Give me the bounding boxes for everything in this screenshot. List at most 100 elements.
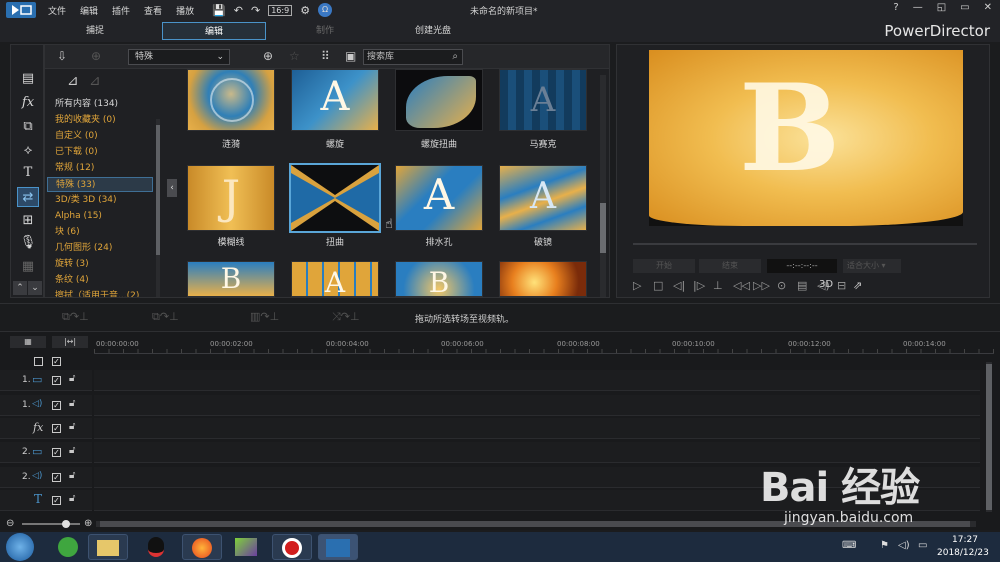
category-item[interactable]: 自定义 (0) [55, 129, 98, 144]
category-item[interactable]: 块 (6) [55, 225, 80, 240]
lock-icon[interactable]: 🔓︎ [69, 421, 75, 432]
taskbar-app-360-browser[interactable] [48, 534, 88, 560]
collapse-panel-button[interactable]: ‹ [167, 179, 177, 197]
preview-quality-icon[interactable]: ⊟ [837, 279, 846, 292]
effect-track[interactable] [94, 418, 980, 439]
menu-plugins[interactable]: 插件 [112, 4, 130, 17]
track-enable-checkbox[interactable]: ✓ [52, 473, 61, 482]
maximize-icon[interactable]: ▭ [960, 2, 969, 13]
zoom-out-icon[interactable]: ⊖ [6, 518, 14, 529]
tag-add-icon[interactable]: ⊿ [67, 73, 79, 89]
audio-track-1[interactable] [94, 395, 980, 416]
mark-out-button[interactable]: 结束 [699, 259, 761, 273]
tab-create-disc[interactable]: 创建光盘 [396, 22, 470, 40]
timecode-display[interactable]: --:--:--:-- [767, 259, 837, 273]
transition-thumb-distort[interactable] [289, 163, 381, 233]
category-item[interactable]: 3D/类 3D (34) [55, 193, 117, 208]
transition-effect-icon[interactable]: ⧉↷⊥ [152, 310, 179, 324]
tab-produce[interactable]: 制作 [290, 22, 360, 40]
category-scrollbar[interactable] [156, 119, 160, 297]
library-scrollbar-thumb[interactable] [600, 203, 606, 253]
track-enable-checkbox[interactable]: ✓ [52, 376, 61, 385]
lock-icon[interactable]: 🔓︎ [69, 470, 75, 481]
transition-thumb-ripple[interactable] [187, 69, 275, 131]
save-icon[interactable]: 💾 [212, 4, 226, 17]
track-enable-checkbox[interactable]: ✓ [52, 401, 61, 410]
tray-volume-icon[interactable]: ◁) [898, 540, 910, 551]
zoom-slider[interactable] [22, 520, 80, 528]
audio-mixing-icon[interactable]: ⊞ [17, 211, 39, 231]
start-button[interactable] [6, 533, 34, 561]
taskbar-app-firefox[interactable] [182, 534, 222, 560]
all-tracks-enable-checkbox[interactable]: ✓ [52, 357, 61, 366]
transition-thumb-broken-glass[interactable]: A [499, 165, 587, 231]
play-icon[interactable]: ▷ [633, 279, 641, 292]
fit-size-dropdown[interactable]: 适合大小 ▾ [843, 259, 901, 273]
category-item[interactable]: 擦拭（适用于音...(2) [55, 289, 139, 297]
category-item[interactable]: 常规 (12) [55, 161, 94, 176]
tab-capture[interactable]: 捕捉 [60, 22, 130, 40]
track-enable-checkbox[interactable]: ✓ [52, 448, 61, 457]
help-icon[interactable]: ? [893, 2, 898, 13]
download-icon[interactable]: ⊕ [91, 49, 101, 63]
particle-room-icon[interactable]: ⟡ [17, 141, 39, 161]
track-enable-checkbox[interactable]: ✓ [52, 424, 61, 433]
lock-icon[interactable]: 🔓︎ [69, 493, 75, 504]
category-item[interactable]: 几何图形 (24) [55, 241, 112, 256]
search-input[interactable]: 搜索库 ⌕ [363, 49, 463, 65]
close-icon[interactable]: ✕ [984, 2, 992, 13]
split-icon[interactable]: ⊥ [713, 279, 723, 292]
taskbar-app-green[interactable] [226, 534, 266, 560]
media-room-icon[interactable]: ▤ [17, 69, 39, 89]
category-item[interactable]: 旋转 (3) [55, 257, 89, 272]
lock-icon[interactable]: 🔓︎ [69, 373, 75, 384]
thumbnail-size-icon[interactable]: ▣ [345, 49, 356, 63]
undock-icon[interactable]: ⇗ [853, 279, 862, 292]
category-item[interactable]: 我的收藏夹 (0) [55, 113, 116, 128]
lock-icon[interactable]: 🔓︎ [69, 445, 75, 456]
tab-edit[interactable]: 编辑 [162, 22, 266, 40]
rewind-icon[interactable]: ◁◁ [733, 279, 750, 292]
timeline-vertical-scrollbar[interactable] [986, 362, 992, 512]
search-icon[interactable]: ⌕ [452, 50, 458, 64]
collapse-up-icon[interactable]: ⌃ [13, 281, 27, 295]
category-item[interactable]: 已下载 (0) [55, 145, 98, 160]
prev-frame-icon[interactable]: ◁| [673, 279, 685, 292]
taskbar-app-qq[interactable] [136, 534, 176, 560]
transition-thumb-spiral-twist[interactable] [395, 69, 483, 131]
transition-thumb-row3-3[interactable]: B [395, 261, 483, 297]
undo-icon[interactable]: ↶ [234, 4, 243, 17]
redo-icon[interactable]: ↷ [251, 4, 260, 17]
category-dropdown[interactable]: 特殊 ⌄ [128, 49, 230, 65]
snapshot-icon[interactable]: ⊙ [777, 279, 786, 292]
transition-thumb-row3-4[interactable] [499, 261, 587, 297]
clock-time[interactable]: 17:27 [952, 535, 978, 545]
restore-icon[interactable]: ◱ [937, 2, 946, 13]
add-to-favorite-icon[interactable]: ☆ [289, 49, 300, 63]
menu-playback[interactable]: 播放 [176, 4, 194, 17]
transition-thumb-blur-lines[interactable]: J [187, 165, 275, 231]
preview-progress[interactable] [633, 243, 977, 245]
transition-room-icon[interactable]: ⇄ [17, 187, 39, 207]
taskbar-app-recorder[interactable] [272, 534, 312, 560]
add-to-timeline-icon[interactable]: ⊕ [263, 49, 273, 63]
grid-view-icon[interactable]: ⠿ [321, 49, 330, 63]
settings-icon[interactable]: ⚙ [300, 4, 310, 17]
category-item[interactable]: Alpha (15) [55, 209, 102, 224]
transition-thumb-spiral[interactable]: A [291, 69, 379, 131]
mark-in-button[interactable]: 开始 [633, 259, 695, 273]
apply-to-all-icon[interactable]: ▥↷⊥ [250, 310, 279, 323]
fit-timeline-button[interactable]: |↔| [52, 336, 88, 348]
category-item[interactable]: 所有内容 (134) [55, 97, 118, 112]
tray-keyboard-icon[interactable]: ⌨ [842, 540, 856, 551]
tag-remove-icon[interactable]: ⊿ [89, 73, 101, 89]
pip-room-icon[interactable]: ⧉ [17, 117, 39, 137]
stop-icon[interactable]: □ [653, 279, 663, 292]
taskbar-app-powerdirector[interactable] [318, 534, 358, 560]
transition-thumb-mosaic[interactable]: A [499, 69, 587, 131]
title-room-icon[interactable]: T [17, 163, 39, 183]
menu-file[interactable]: 文件 [48, 4, 66, 17]
timeline-vscroll-thumb[interactable] [986, 364, 992, 510]
transition-thumb-row3-2[interactable]: A [291, 261, 379, 297]
fast-forward-icon[interactable]: ▷▷ [753, 279, 770, 292]
